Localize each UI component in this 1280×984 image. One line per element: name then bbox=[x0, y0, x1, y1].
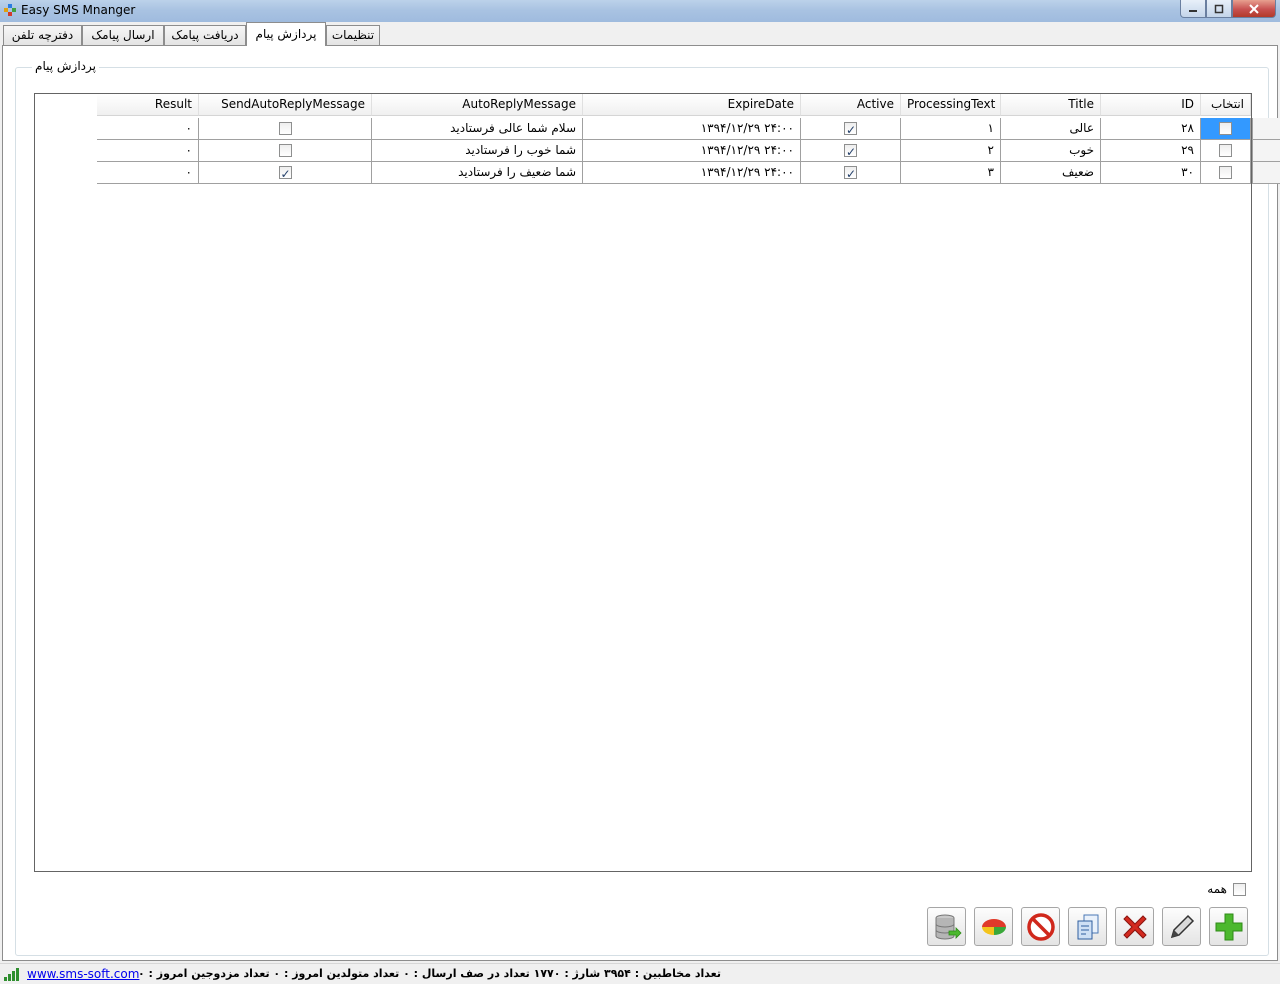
tab-label: ارسال پیامک bbox=[91, 28, 155, 42]
send-auto-reply-checkbox[interactable] bbox=[278, 122, 292, 135]
add-icon bbox=[1215, 913, 1242, 940]
active-cell[interactable] bbox=[801, 162, 901, 184]
result-cell[interactable]: ۰ bbox=[97, 162, 199, 184]
delete-button[interactable] bbox=[1115, 907, 1154, 946]
select-checkbox[interactable] bbox=[1219, 166, 1232, 179]
table-row[interactable]: ۲۸ عالی ۱ ۱۳۹۴/۱۲/۲۹ ۲۴:۰۰ سلام شما عالی… bbox=[55, 118, 1280, 140]
expire-date-cell[interactable]: ۱۳۹۴/۱۲/۲۹ ۲۴:۰۰ bbox=[583, 118, 801, 140]
chart-icon bbox=[981, 918, 1006, 935]
expire-date-cell[interactable]: ۱۳۹۴/۱۲/۲۹ ۲۴:۰۰ bbox=[583, 140, 801, 162]
auto-reply-cell[interactable]: شما ضعیف را فرستادید bbox=[372, 162, 583, 184]
select-checkbox-cell[interactable] bbox=[1201, 162, 1251, 184]
title-cell[interactable]: خوب bbox=[1001, 140, 1101, 162]
table-row[interactable]: ۳۰ ضعیف ۳ ۱۳۹۴/۱۲/۲۹ ۲۴:۰۰ شما ضعیف را ف… bbox=[55, 162, 1280, 184]
send-auto-reply-cell[interactable] bbox=[199, 140, 372, 162]
tab-send-sms[interactable]: ارسال پیامک bbox=[82, 25, 164, 46]
column-header-active[interactable]: Active bbox=[801, 94, 901, 116]
column-header-id[interactable]: ID bbox=[1101, 94, 1201, 116]
send-auto-reply-checkbox[interactable] bbox=[278, 144, 292, 157]
select-checkbox-cell[interactable] bbox=[1201, 140, 1251, 162]
tab-settings[interactable]: تنظیمات bbox=[326, 25, 380, 46]
active-checkbox[interactable] bbox=[844, 120, 857, 139]
title-bar: Easy SMS Mnanger bbox=[0, 0, 1280, 22]
expire-date-cell[interactable]: ۱۳۹۴/۱۲/۲۹ ۲۴:۰۰ bbox=[583, 162, 801, 184]
processing-text-cell[interactable]: ۲ bbox=[901, 140, 1001, 162]
status-stats: تعداد مخاطبین : ۳۹۵۴ شارژ : ۱۷۷۰ تعداد د… bbox=[138, 967, 721, 980]
grid-header-row: انتخاب ID Title ProcessingText Active Ex… bbox=[55, 94, 1251, 116]
status-bar: www.sms-soft.com تعداد مخاطبین : ۳۹۵۴ شا… bbox=[0, 963, 1280, 984]
close-button[interactable] bbox=[1232, 0, 1276, 18]
active-checkbox[interactable] bbox=[844, 142, 857, 161]
select-checkbox-cell[interactable] bbox=[1201, 118, 1251, 140]
minimize-button[interactable] bbox=[1180, 0, 1206, 18]
title-cell[interactable]: عالی bbox=[1001, 118, 1101, 140]
block-button[interactable] bbox=[1021, 907, 1060, 946]
send-auto-reply-cell[interactable] bbox=[199, 118, 372, 140]
column-header-result[interactable]: Result bbox=[97, 94, 199, 116]
tab-message-processing[interactable]: پردازش پیام bbox=[246, 22, 326, 46]
tab-receive-sms[interactable]: دریافت پیامک bbox=[164, 25, 246, 46]
column-header-title[interactable]: Title bbox=[1001, 94, 1101, 116]
report-button[interactable] bbox=[974, 907, 1013, 946]
row-header[interactable] bbox=[1252, 140, 1280, 162]
tab-label: پردازش پیام bbox=[255, 27, 317, 41]
id-cell[interactable]: ۲۸ bbox=[1101, 118, 1201, 140]
send-auto-reply-cell[interactable] bbox=[199, 162, 372, 184]
signal-icon bbox=[4, 968, 19, 981]
processing-text-cell[interactable]: ۳ bbox=[901, 162, 1001, 184]
tab-label: دفترچه تلفن bbox=[11, 28, 74, 42]
id-cell[interactable]: ۲۹ bbox=[1101, 140, 1201, 162]
close-icon bbox=[1249, 3, 1259, 14]
table-row[interactable]: ۲۹ خوب ۲ ۱۳۹۴/۱۲/۲۹ ۲۴:۰۰ شما خوب را فرس… bbox=[55, 140, 1280, 162]
copy-icon bbox=[1077, 914, 1098, 939]
row-header[interactable] bbox=[1252, 162, 1280, 184]
group-title: پردازش پیام bbox=[32, 59, 99, 73]
column-header-send-auto-reply[interactable]: SendAutoReplyMessage bbox=[199, 94, 372, 116]
active-checkbox[interactable] bbox=[844, 164, 857, 183]
send-auto-reply-checkbox[interactable] bbox=[278, 164, 292, 183]
column-header-select[interactable]: انتخاب bbox=[1201, 94, 1251, 116]
edit-button[interactable] bbox=[1162, 907, 1201, 946]
tab-label: تنظیمات bbox=[331, 28, 375, 42]
block-icon bbox=[1026, 912, 1055, 941]
select-checkbox[interactable] bbox=[1219, 122, 1232, 135]
minimize-icon bbox=[1189, 9, 1197, 12]
select-all[interactable]: همه bbox=[1207, 882, 1246, 896]
database-export-button[interactable] bbox=[927, 907, 966, 946]
tab-panel: پردازش پیام انتخاب ID Title ProcessingTe… bbox=[2, 45, 1280, 961]
auto-reply-cell[interactable]: سلام شما عالی فرستادید bbox=[372, 118, 583, 140]
copy-button[interactable] bbox=[1068, 907, 1107, 946]
window-title: Easy SMS Mnanger bbox=[21, 3, 136, 17]
active-cell[interactable] bbox=[801, 118, 901, 140]
id-cell[interactable]: ۳۰ bbox=[1101, 162, 1201, 184]
title-cell[interactable]: ضعیف bbox=[1001, 162, 1101, 184]
website-link[interactable]: www.sms-soft.com bbox=[27, 967, 139, 981]
action-toolbar bbox=[927, 907, 1248, 946]
window-controls bbox=[1180, 0, 1276, 18]
app-icon bbox=[4, 4, 16, 16]
restore-button[interactable] bbox=[1206, 0, 1232, 18]
column-header-processing-text[interactable]: ProcessingText bbox=[901, 94, 1001, 116]
tab-strip: تنظیمات پردازش پیام دریافت پیامک ارسال پ… bbox=[0, 22, 1280, 46]
result-cell[interactable]: ۰ bbox=[97, 118, 199, 140]
result-cell[interactable]: ۰ bbox=[97, 140, 199, 162]
tab-label: دریافت پیامک bbox=[171, 28, 239, 42]
restore-icon bbox=[1214, 4, 1224, 13]
column-header-expire-date[interactable]: ExpireDate bbox=[583, 94, 801, 116]
active-cell[interactable] bbox=[801, 140, 901, 162]
processing-grid[interactable]: انتخاب ID Title ProcessingText Active Ex… bbox=[34, 93, 1280, 872]
column-header-auto-reply[interactable]: AutoReplyMessage bbox=[372, 94, 583, 116]
select-all-label: همه bbox=[1207, 882, 1227, 896]
database-export-icon bbox=[935, 914, 962, 939]
select-checkbox[interactable] bbox=[1219, 144, 1232, 157]
edit-icon bbox=[1170, 914, 1194, 938]
delete-icon bbox=[1122, 914, 1147, 939]
select-all-checkbox[interactable] bbox=[1233, 882, 1246, 896]
auto-reply-cell[interactable]: شما خوب را فرستادید bbox=[372, 140, 583, 162]
row-header-current[interactable] bbox=[1252, 118, 1280, 140]
tab-phonebook[interactable]: دفترچه تلفن bbox=[3, 25, 82, 46]
processing-text-cell[interactable]: ۱ bbox=[901, 118, 1001, 140]
add-button[interactable] bbox=[1209, 907, 1248, 946]
current-row-arrow-icon bbox=[1253, 118, 1280, 140]
